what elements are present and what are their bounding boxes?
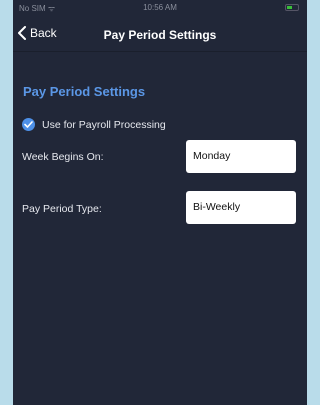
page-title: Pay Period Settings xyxy=(103,28,217,42)
device-frame: No SIM ᯤ 10:56 AM Back Pay Period Settin… xyxy=(0,0,307,405)
status-bar: No SIM ᯤ 10:56 AM xyxy=(13,0,307,18)
section-title: Pay Period Settings xyxy=(23,84,146,99)
pay-period-type-label: Pay Period Type: xyxy=(22,203,102,215)
check-circle-icon xyxy=(22,118,35,131)
app-screen: No SIM ᯤ 10:56 AM Back Pay Period Settin… xyxy=(13,0,307,405)
navigation-bar: Back Pay Period Settings xyxy=(13,18,307,52)
battery-icon xyxy=(285,4,299,11)
week-begins-field[interactable]: Monday xyxy=(186,140,296,173)
pay-period-type-field[interactable]: Bi-Weekly xyxy=(186,191,296,224)
status-time: 10:56 AM xyxy=(143,3,177,12)
payroll-processing-label: Use for Payroll Processing xyxy=(42,118,166,131)
week-begins-label: Week Begins On: xyxy=(22,151,104,163)
payroll-processing-checkbox[interactable]: Use for Payroll Processing xyxy=(22,118,166,131)
